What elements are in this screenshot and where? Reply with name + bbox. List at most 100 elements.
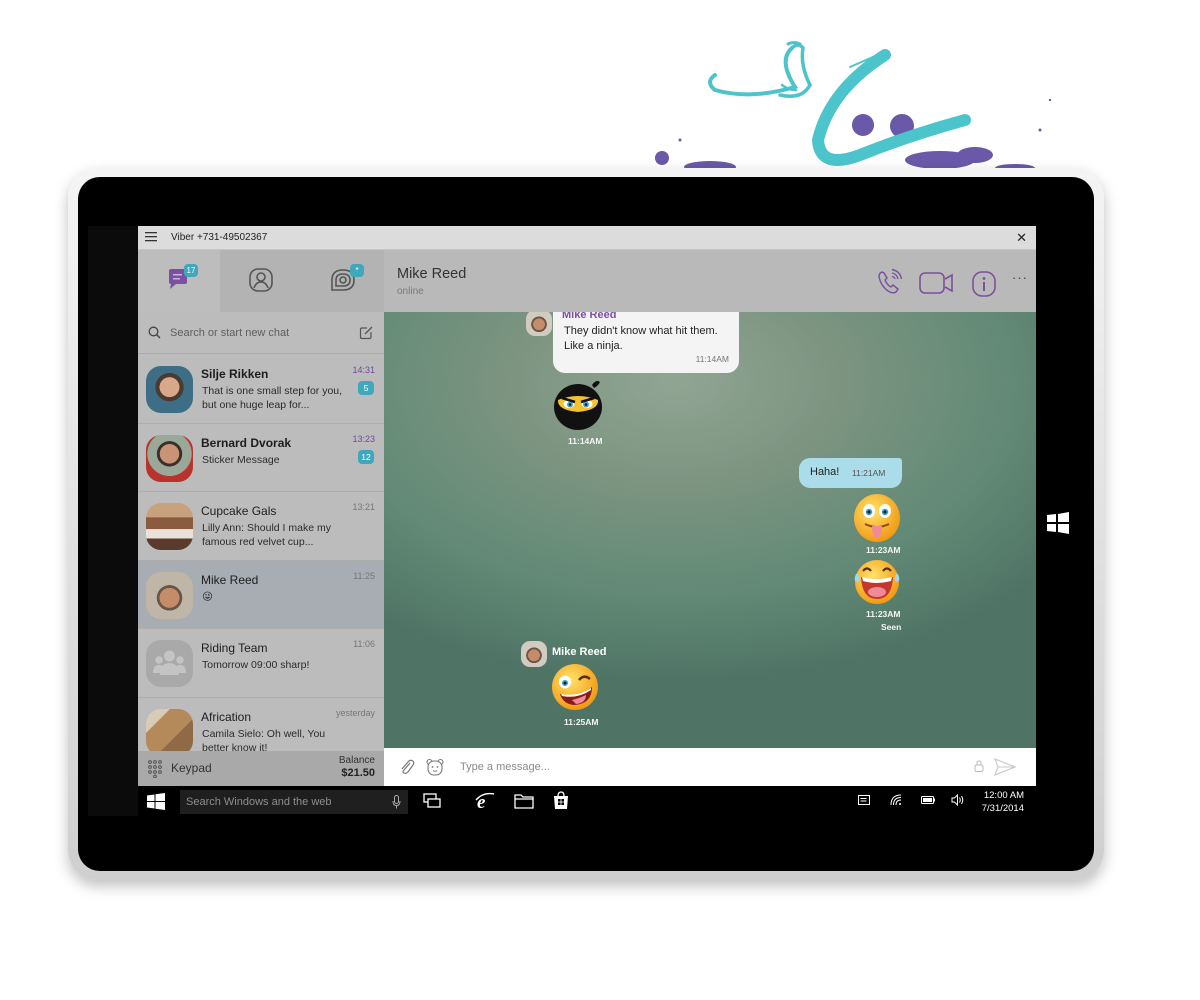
sticker-time: 11:23AM bbox=[866, 609, 901, 619]
chat-item-africation[interactable]: Africation Camila Sielo: Oh well, You be… bbox=[138, 698, 384, 755]
keypad-button[interactable]: Keypad bbox=[171, 761, 212, 775]
ninja-sticker[interactable] bbox=[552, 376, 606, 432]
windows-search-input[interactable] bbox=[186, 794, 376, 810]
chat-item-cupcake-gals[interactable]: Cupcake Gals Lilly Ann: Should I make my… bbox=[138, 492, 384, 561]
clock-date: 7/31/2014 bbox=[981, 803, 1024, 814]
chat-preview: 😜 bbox=[202, 590, 213, 603]
message-input[interactable] bbox=[460, 758, 960, 776]
sticker-time: 11:25AM bbox=[564, 717, 599, 727]
internet-explorer-icon[interactable]: e bbox=[475, 791, 495, 811]
chat-time: 14:31 bbox=[352, 365, 375, 375]
paperclip-icon[interactable] bbox=[399, 759, 415, 775]
outgoing-message-bubble[interactable]: Haha! 11:21AM bbox=[799, 458, 902, 488]
chat-name: Riding Team bbox=[201, 641, 268, 655]
avatar bbox=[146, 434, 193, 482]
message-composer bbox=[384, 748, 1036, 786]
windows-hardware-button[interactable] bbox=[1046, 511, 1070, 535]
chat-time: 13:21 bbox=[352, 502, 375, 512]
sender-name: Mike Reed bbox=[562, 312, 617, 321]
message-line: Like a ninja. bbox=[564, 339, 623, 352]
balance-label: Balance bbox=[338, 755, 375, 766]
sender-avatar bbox=[526, 312, 552, 336]
hamburger-menu-icon[interactable] bbox=[145, 232, 157, 242]
contact-name: Mike Reed bbox=[397, 266, 467, 282]
unread-badge: 5 bbox=[358, 381, 374, 395]
message-text: They didn't know what hit them. Like a n… bbox=[564, 324, 718, 353]
chat-name: Africation bbox=[201, 709, 252, 724]
chat-preview: Sticker Message bbox=[202, 453, 280, 466]
chat-name: Cupcake Gals bbox=[201, 504, 277, 518]
chat-item-bernard-dvorak[interactable]: Bernard Dvorak Sticker Message 13:23 12 bbox=[138, 424, 384, 492]
chat-item-mike-reed[interactable]: Mike Reed 😜 11:25 bbox=[138, 560, 384, 629]
avatar bbox=[146, 366, 193, 413]
volume-icon[interactable] bbox=[951, 794, 965, 806]
file-explorer-icon[interactable] bbox=[514, 793, 534, 809]
chat-list: Silje Rikken That is one small step for … bbox=[138, 355, 384, 755]
incoming-message-bubble[interactable]: Mike Reed They didn't know what hit them… bbox=[553, 312, 739, 373]
contact-icon bbox=[249, 268, 273, 292]
search-icon bbox=[148, 326, 161, 339]
bear-sticker-icon[interactable] bbox=[426, 758, 444, 776]
winking-sticker[interactable] bbox=[550, 662, 600, 712]
chat-time: 13:23 bbox=[352, 433, 375, 444]
chat-time: 11:25 bbox=[353, 570, 375, 581]
main-tabs: 17 * bbox=[138, 250, 384, 312]
decorative-splash-art bbox=[655, 41, 1052, 173]
taskbar-search bbox=[180, 790, 408, 814]
lock-icon bbox=[974, 760, 984, 772]
unread-chats-badge: 17 bbox=[184, 264, 198, 277]
sticker-time: 11:23AM bbox=[866, 545, 901, 555]
chat-preview: Tomorrow 09:00 sharp! bbox=[202, 659, 310, 671]
sticker-time: 11:14AM bbox=[568, 436, 603, 446]
voice-call-icon[interactable] bbox=[876, 268, 904, 296]
chat-name: Bernard Dvorak bbox=[201, 435, 292, 450]
chat-preview: That is one small step for you, but one … bbox=[202, 385, 343, 411]
chat-preview: Lilly Ann: Should I make my famous red v… bbox=[202, 522, 331, 548]
video-call-icon[interactable] bbox=[919, 271, 955, 295]
unread-badge: 12 bbox=[358, 449, 374, 464]
tab-public-chats[interactable]: * bbox=[302, 250, 384, 312]
battery-icon[interactable] bbox=[921, 796, 935, 804]
compose-icon[interactable] bbox=[359, 325, 374, 340]
laughing-sticker[interactable] bbox=[852, 557, 902, 605]
wifi-icon[interactable] bbox=[890, 794, 902, 806]
window-title: Viber +731-49502367 bbox=[171, 232, 268, 243]
tab-chats[interactable]: 17 bbox=[138, 250, 220, 312]
taskbar-clock[interactable]: 12:00 AM 7/31/2014 bbox=[982, 789, 1024, 815]
notifications-icon[interactable] bbox=[858, 795, 870, 805]
store-icon[interactable] bbox=[553, 791, 569, 810]
tongue-out-sticker[interactable] bbox=[852, 492, 902, 544]
message-area[interactable]: Mike Reed They didn't know what hit them… bbox=[384, 312, 1036, 748]
info-icon[interactable] bbox=[972, 271, 996, 297]
windows-start-icon[interactable] bbox=[147, 793, 165, 810]
more-options-button[interactable]: ··· bbox=[1012, 270, 1028, 285]
task-view-icon[interactable] bbox=[423, 793, 441, 809]
keypad-bar: Keypad Balance $21.50 bbox=[138, 751, 384, 786]
chat-item-riding-team[interactable]: Riding Team Tomorrow 09:00 sharp! 11:06 bbox=[138, 629, 384, 698]
conversation-pane: Mike Reed online ··· Mike Reed They didn… bbox=[384, 250, 1036, 786]
sender-name: Mike Reed bbox=[552, 646, 607, 658]
contact-status: online bbox=[397, 286, 424, 297]
search-input[interactable] bbox=[170, 324, 350, 342]
screen-edge bbox=[88, 226, 138, 816]
message-line: They didn't know what hit them. bbox=[564, 325, 718, 337]
avatar bbox=[146, 708, 193, 755]
chat-time: yesterday bbox=[335, 707, 375, 718]
avatar bbox=[146, 503, 193, 550]
chat-item-silje-rikken[interactable]: Silje Rikken That is one small step for … bbox=[138, 355, 384, 424]
close-button[interactable]: ✕ bbox=[1016, 230, 1027, 246]
chat-name: Mike Reed bbox=[201, 572, 259, 587]
tab-contacts[interactable] bbox=[220, 250, 302, 312]
title-bar: Viber +731-49502367 ✕ bbox=[138, 226, 1036, 250]
viber-app-window: Viber +731-49502367 ✕ 17 * Search or sta… bbox=[138, 226, 1036, 786]
public-chats-badge: * bbox=[350, 264, 364, 277]
chat-search bbox=[138, 312, 384, 354]
message-time: 11:21AM bbox=[852, 468, 886, 478]
message-text: Haha! bbox=[810, 466, 840, 478]
keypad-icon[interactable] bbox=[148, 760, 162, 778]
microphone-icon[interactable] bbox=[392, 795, 401, 809]
windows-taskbar: e 12:00 AM 7/31/2014 bbox=[138, 786, 1036, 816]
send-icon[interactable] bbox=[994, 758, 1016, 776]
chat-time: 11:06 bbox=[353, 639, 375, 649]
balance-value: $21.50 bbox=[341, 767, 375, 779]
